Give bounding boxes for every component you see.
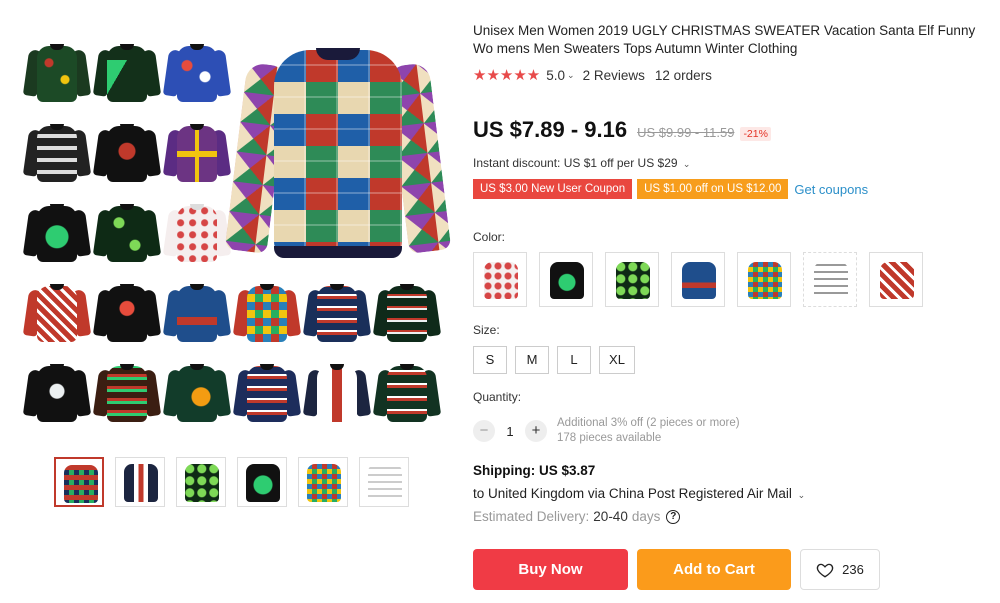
gallery-sweater-image: [162, 360, 232, 426]
decrease-quantity-button[interactable]: −: [473, 420, 495, 442]
delivery-days: 20-40: [593, 509, 628, 524]
size-label: Size:: [473, 323, 500, 337]
discount-badge: -21%: [740, 127, 771, 141]
thumbnail-1[interactable]: [54, 457, 104, 507]
color-option[interactable]: [539, 252, 593, 307]
estimated-delivery: Estimated Delivery: 20-40 days ?: [473, 509, 681, 524]
gallery-sweater-image: [22, 120, 92, 186]
buy-now-button[interactable]: Buy Now: [473, 549, 628, 590]
gallery-sweater-image: [372, 280, 442, 346]
gallery-sweater-image: [92, 200, 162, 266]
price-row: US $7.89 - 9.16 US $9.99 - 11.59 -21%: [473, 117, 771, 143]
bulk-discount-note: Additional 3% off (2 pieces or more): [557, 417, 740, 429]
size-option-s[interactable]: S: [473, 346, 507, 374]
chevron-down-icon: ⌄: [797, 490, 806, 500]
original-price: US $9.99 - 11.59: [637, 125, 735, 140]
gallery-sweater-image: [22, 360, 92, 426]
chevron-down-icon: ⌄: [567, 69, 575, 80]
color-option[interactable]: [869, 252, 923, 307]
stock-available: 178 pieces available: [557, 432, 662, 444]
coupon-row: US $3.00 New User Coupon US $1.00 off on…: [473, 179, 868, 199]
quantity-stepper: − 1 + Additional 3% off (2 pieces or mor…: [473, 416, 740, 446]
gallery-sweater-image: [22, 40, 92, 106]
color-option[interactable]: [803, 252, 857, 307]
product-title: Unisex Men Women 2019 UGLY CHRISTMAS SWE…: [473, 23, 976, 56]
heart-icon: [816, 563, 834, 578]
gallery-sweater-image: [162, 280, 232, 346]
rating-row: ★★★★★ 5.0 ⌄ 2 Reviews 12 orders: [473, 66, 712, 84]
gallery-sweater-image: [162, 120, 232, 186]
gallery-sweater-image: [372, 360, 442, 426]
gallery-sweater-image: [162, 200, 232, 266]
size-option-m[interactable]: M: [515, 346, 549, 374]
color-option[interactable]: [473, 252, 527, 307]
help-icon[interactable]: ?: [666, 509, 681, 524]
size-option-l[interactable]: L: [557, 346, 591, 374]
main-product-image[interactable]: [224, 42, 452, 264]
size-option-xl[interactable]: XL: [599, 346, 635, 374]
product-gallery: [22, 34, 452, 434]
wishlist-button[interactable]: 236: [800, 549, 880, 590]
thumbnail-3[interactable]: [176, 457, 226, 507]
shipping-destination[interactable]: to United Kingdom via China Post Registe…: [473, 486, 805, 501]
increase-quantity-button[interactable]: +: [525, 420, 547, 442]
wishlist-count: 236: [842, 562, 864, 577]
chevron-down-icon: ⌄: [682, 159, 691, 169]
gallery-sweater-image: [92, 120, 162, 186]
thumbnail-6[interactable]: [359, 457, 409, 507]
thumbnail-5[interactable]: [298, 457, 348, 507]
color-option[interactable]: [605, 252, 659, 307]
size-options: S M L XL: [473, 346, 643, 374]
reviews-link[interactable]: 2 Reviews: [583, 68, 645, 83]
quantity-value[interactable]: 1: [495, 424, 525, 439]
shipping-cost: Shipping: US $3.87: [473, 463, 596, 478]
rating-value[interactable]: 5.0: [546, 68, 565, 83]
gallery-sweater-image: [92, 40, 162, 106]
rating-stars-icon: ★★★★★: [473, 67, 541, 84]
gallery-sweater-image: [92, 360, 162, 426]
instant-discount[interactable]: Instant discount: US $1 off per US $29 ⌄: [473, 156, 690, 170]
instant-discount-text: Instant discount: US $1 off per US $29: [473, 156, 678, 170]
gallery-sweater-image: [92, 280, 162, 346]
get-coupons-link[interactable]: Get coupons: [794, 182, 868, 197]
gallery-sweater-image: [22, 280, 92, 346]
gallery-sweater-image: [232, 360, 302, 426]
current-price: US $7.89 - 9.16: [473, 117, 628, 142]
delivery-label: Estimated Delivery:: [473, 509, 590, 524]
color-option[interactable]: [671, 252, 725, 307]
color-options: [473, 252, 935, 307]
gallery-sweater-image: [22, 200, 92, 266]
quantity-note: Additional 3% off (2 pieces or more) 178…: [557, 416, 740, 446]
store-coupon[interactable]: US $1.00 off on US $12.00: [637, 179, 789, 199]
add-to-cart-button[interactable]: Add to Cart: [637, 549, 791, 590]
new-user-coupon[interactable]: US $3.00 New User Coupon: [473, 179, 633, 199]
shipping-method: to United Kingdom via China Post Registe…: [473, 486, 792, 501]
gallery-sweater-image: [302, 360, 372, 426]
color-option[interactable]: [737, 252, 791, 307]
orders-count: 12 orders: [654, 67, 712, 83]
thumbnail-2[interactable]: [115, 457, 165, 507]
quantity-label: Quantity:: [473, 390, 522, 404]
color-label: Color:: [473, 230, 506, 244]
gallery-sweater-image: [302, 280, 372, 346]
delivery-unit: days: [631, 509, 661, 524]
gallery-sweater-image: [162, 40, 232, 106]
thumbnail-4[interactable]: [237, 457, 287, 507]
gallery-sweater-image: [232, 280, 302, 346]
